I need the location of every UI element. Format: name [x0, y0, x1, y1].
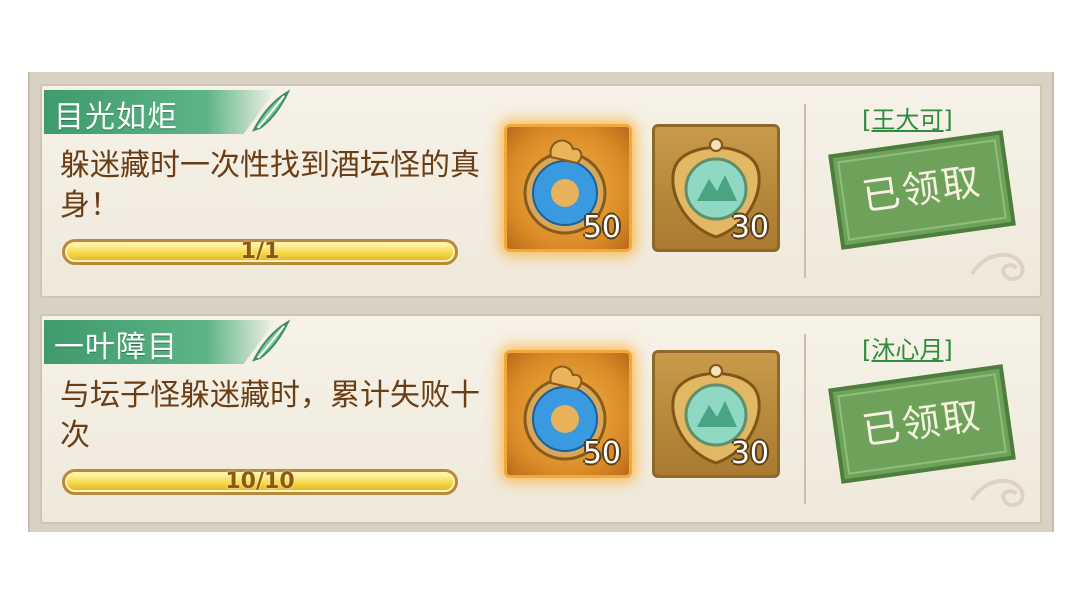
- reward-item[interactable]: 50: [504, 124, 632, 252]
- achievement-card: 一叶障目 与坛子怪躲迷藏时，累计失败十次 10/10 50 30 [沐心月] 已…: [40, 314, 1042, 524]
- progress-text: 10/10: [225, 469, 295, 494]
- reward-item[interactable]: 30: [652, 350, 780, 478]
- progress-text: 1/1: [240, 239, 280, 264]
- achievement-title: 目光如炬: [54, 100, 178, 135]
- progress-bar: 1/1: [62, 239, 458, 265]
- reward-item[interactable]: 30: [652, 124, 780, 252]
- reward-count: 30: [730, 436, 769, 471]
- progress-bar: 10/10: [62, 469, 458, 495]
- player-name[interactable]: [王大可]: [862, 100, 953, 135]
- reward-count: 30: [730, 210, 769, 245]
- reward-count: 50: [582, 436, 621, 471]
- leaf-icon: [252, 319, 291, 362]
- achievement-description: 躲迷藏时一次性找到酒坛怪的真身！: [60, 148, 480, 223]
- reward-count: 50: [582, 210, 621, 245]
- divider: [804, 334, 806, 504]
- achievement-description: 与坛子怪躲迷藏时，累计失败十次: [60, 378, 480, 453]
- achievement-title: 一叶障目: [54, 330, 178, 365]
- cloud-swirl-decoration: [970, 252, 1025, 282]
- player-name[interactable]: [沐心月]: [862, 330, 953, 365]
- reward-item[interactable]: 50: [504, 350, 632, 478]
- cloud-swirl-decoration: [970, 478, 1025, 508]
- leaf-icon: [252, 89, 291, 132]
- divider: [804, 104, 806, 278]
- achievement-card: 目光如炬 躲迷藏时一次性找到酒坛怪的真身！ 1/1 50 30 [王大可] 已领…: [40, 84, 1042, 298]
